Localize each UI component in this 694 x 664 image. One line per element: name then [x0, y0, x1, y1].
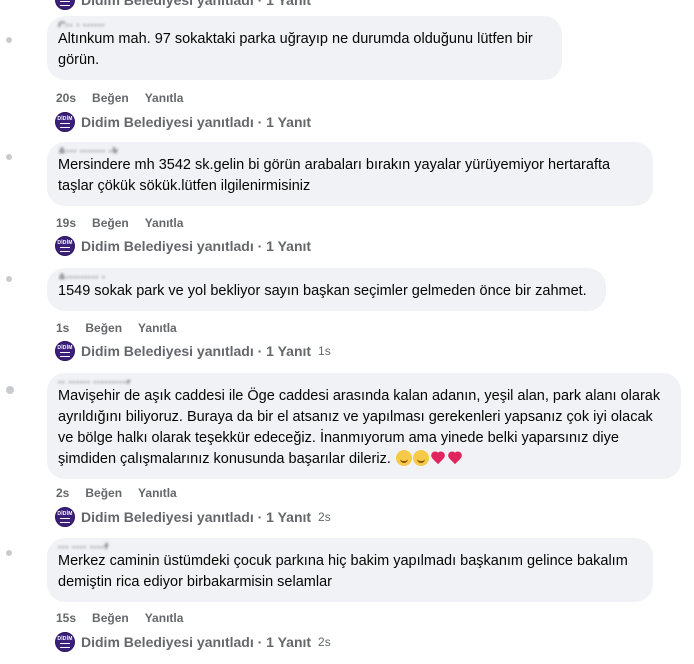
comment-actions: 19s Beğen Yanıtla: [56, 216, 183, 230]
avatar[interactable]: [6, 386, 14, 394]
red-heart-icon: [430, 450, 446, 466]
comment-actions: 1s Beğen Yanıtla: [56, 321, 177, 335]
didim-belediyesi-logo-icon: DİDİM: [55, 0, 75, 10]
comment-time[interactable]: 2s: [56, 486, 69, 500]
comment-bubble: ·· ······ ·········r Mavişehir de aşık c…: [47, 373, 681, 479]
reply-button[interactable]: Yanıtla: [138, 486, 177, 500]
view-replies-row[interactable]: DİDİM Didim Belediyesi yanıtladı · 1 Yan…: [55, 341, 331, 361]
didim-belediyesi-logo-icon: DİDİM: [55, 236, 75, 256]
reply-button[interactable]: Yanıtla: [145, 91, 184, 105]
comment-text-body: Mavişehir de aşık caddesi ile Öge caddes…: [58, 388, 661, 467]
comment-bubble: A··· ······· ·k Mersindere mh 3542 sk.ge…: [47, 142, 653, 206]
avatar[interactable]: [6, 154, 12, 160]
comment-bubble: ··· ···· ····f Merkez caminin üstümdeki …: [47, 538, 653, 602]
reply-summary[interactable]: Didim Belediyesi yanıtladı · 1 Yanıt: [81, 0, 311, 8]
smiling-face-icon: [395, 450, 412, 466]
reply-summary[interactable]: Didim Belediyesi yanıtladı · 1 Yanıt: [81, 343, 311, 359]
comment-actions: 2s Beğen Yanıtla: [56, 486, 177, 500]
comment-actions: 20s Beğen Yanıtla: [56, 91, 183, 105]
comment-time[interactable]: 20s: [56, 91, 76, 105]
didim-belediyesi-logo-icon: DİDİM: [55, 632, 75, 652]
reply-summary[interactable]: Didim Belediyesi yanıtladı · 1 Yanıt: [81, 509, 311, 525]
comment-text: 1549 sokak park ve yol bekliyor sayın ba…: [58, 283, 587, 299]
comment-author[interactable]: ·· ······ ·········r: [58, 374, 669, 384]
reply-summary[interactable]: Didim Belediyesi yanıtladı · 1 Yanıt: [81, 238, 311, 254]
comment-author[interactable]: A··· ······· ·k: [58, 143, 641, 153]
smiling-face-icon: [412, 450, 429, 466]
avatar[interactable]: [6, 37, 12, 43]
view-replies-row[interactable]: DİDİM Didim Belediyesi yanıtladı · 1 Yan…: [55, 632, 331, 652]
comment-bubble: Ç·· · ······ Altınkum mah. 97 sokaktaki …: [47, 16, 562, 80]
comment-text: Mavişehir de aşık caddesi ile Öge caddes…: [58, 386, 669, 470]
comment-author[interactable]: A········· ·: [58, 269, 594, 279]
like-button[interactable]: Beğen: [92, 611, 129, 625]
comment-text: Altınkum mah. 97 sokaktaki parka uğrayıp…: [58, 31, 533, 68]
view-replies-row[interactable]: DİDİM Didim Belediyesi yanıtladı · 1 Yan…: [55, 236, 311, 256]
view-replies-row[interactable]: DİDİM Didim Belediyesi yanıtladı · 1 Yan…: [55, 112, 311, 132]
view-replies-row[interactable]: DİDİM Didim Belediyesi yanıtladı · 1 Yan…: [55, 507, 331, 527]
didim-belediyesi-logo-icon: DİDİM: [55, 507, 75, 527]
like-button[interactable]: Beğen: [92, 216, 129, 230]
previous-reply-row[interactable]: DİDİM Didim Belediyesi yanıtladı · 1 Yan…: [55, 0, 311, 10]
comment-actions: 15s Beğen Yanıtla: [56, 611, 183, 625]
avatar[interactable]: [6, 276, 12, 282]
comment-author[interactable]: Ç·· · ······: [58, 17, 550, 27]
comment-text: Merkez caminin üstümdeki çocuk parkına h…: [58, 553, 628, 590]
like-button[interactable]: Beğen: [92, 91, 129, 105]
reply-button[interactable]: Yanıtla: [145, 611, 184, 625]
reply-summary[interactable]: Didim Belediyesi yanıtladı · 1 Yanıt: [81, 114, 311, 130]
comment-time[interactable]: 15s: [56, 611, 76, 625]
like-button[interactable]: Beğen: [85, 321, 122, 335]
like-button[interactable]: Beğen: [85, 486, 122, 500]
avatar[interactable]: [6, 550, 12, 556]
didim-belediyesi-logo-icon: DİDİM: [55, 341, 75, 361]
red-heart-icon: [447, 450, 463, 466]
reply-time[interactable]: 2s: [318, 510, 331, 524]
reply-button[interactable]: Yanıtla: [145, 216, 184, 230]
reply-button[interactable]: Yanıtla: [138, 321, 177, 335]
comment-author[interactable]: ··· ···· ····f: [58, 539, 641, 549]
reply-time[interactable]: 1s: [318, 344, 331, 358]
comment-bubble: A········· · 1549 sokak park ve yol bekl…: [47, 268, 606, 311]
comment-text: Mersindere mh 3542 sk.gelin bi görün ara…: [58, 157, 611, 194]
didim-belediyesi-logo-icon: DİDİM: [55, 112, 75, 132]
reply-time[interactable]: 2s: [318, 635, 331, 649]
reply-summary[interactable]: Didim Belediyesi yanıtladı · 1 Yanıt: [81, 634, 311, 650]
comment-time[interactable]: 1s: [56, 321, 69, 335]
comment-time[interactable]: 19s: [56, 216, 76, 230]
